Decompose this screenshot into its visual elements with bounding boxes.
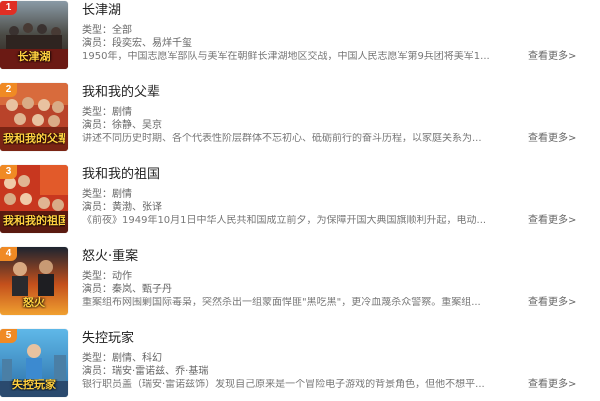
movie-cast: 演员：瑞安·雷诺兹、乔·基瑞 [82,366,209,377]
poster-image[interactable]: 2 我和我的父辈 [0,83,68,151]
movie-type: 类型：剧情、科幻 [82,353,162,364]
view-more-link[interactable]: 查看更多> [528,133,576,145]
list-item-1[interactable]: 1 长津湖 长津湖 类型：全部 演员：段奕宏、易烊千玺 1950年，中国志愿军部… [0,1,600,73]
movie-type: 类型：剧情 [82,189,132,200]
movie-cast: 演员：黄渤、张译 [82,202,162,213]
movie-title[interactable]: 怒火·重案 [82,249,138,265]
movie-title[interactable]: 长津湖 [82,3,121,19]
poster-image[interactable]: 1 长津湖 [0,1,68,69]
rank-badge: 4 [0,247,17,261]
view-more-link[interactable]: 查看更多> [528,297,576,309]
list-item-5[interactable]: 5 失控玩家 失控玩家 类型：剧情、科幻 演员：瑞安·雷诺兹、乔·基瑞 银行职员… [0,329,600,401]
poster-title-text: 怒火 [23,297,45,309]
list-item-3[interactable]: 3 我和我的祖国 我和我的祖国 类型：剧情 演员：黄渤、张译 《前夜》1949年… [0,165,600,237]
poster-image[interactable]: 5 失控玩家 [0,329,68,397]
movie-description: 1950年，中国志愿军部队与美军在朝鲜长津湖地区交战，中国人民志愿军第9兵团将美… [82,51,490,62]
rank-badge: 5 [0,329,17,343]
poster-image[interactable]: 3 我和我的祖国 [0,165,68,233]
view-more-link[interactable]: 查看更多> [528,51,576,63]
movie-cast: 演员：徐静、吴京 [82,120,162,131]
movie-title[interactable]: 我和我的祖国 [82,167,160,183]
movie-description: 《前夜》1949年10月1日中华人民共和国成立前夕，为保障开国大典国旗顺利升起，… [82,215,487,226]
poster-title-text: 长津湖 [17,51,51,63]
movie-type: 类型：剧情 [82,107,132,118]
rank-badge: 1 [0,1,17,15]
list-item-4[interactable]: 4 怒火 怒火·重案 类型：动作 演员：秦岚、甄子丹 重案组布网围剿国际毒枭，突… [0,247,600,319]
movie-ranking-list: 1 长津湖 长津湖 类型：全部 演员：段奕宏、易烊千玺 1950年，中国志愿军部… [0,0,600,400]
movie-type: 类型：全部 [82,25,132,36]
rank-badge: 2 [0,83,17,97]
poster-title-text: 我和我的父辈 [3,133,65,145]
movie-description: 讲述不同历史时期、各个代表性阶层群体不忘初心、砥砺前行的奋斗历程，以家庭关系为.… [82,133,482,144]
list-item-2[interactable]: 2 我和我的父辈 我和我的父辈 类型：剧情 演员：徐静、吴京 讲述不同历史时期、… [0,83,600,155]
movie-cast: 演员：秦岚、甄子丹 [82,284,172,295]
movie-type: 类型：动作 [82,271,132,282]
movie-title[interactable]: 我和我的父辈 [82,85,160,101]
poster-title-text: 我和我的祖国 [3,215,65,227]
poster-image[interactable]: 4 怒火 [0,247,68,315]
view-more-link[interactable]: 查看更多> [528,215,576,227]
movie-description: 重案组布网围剿国际毒枭，突然杀出一组蒙面悍匪"黑吃黑"，更冷血蔑杀众警察。重案组… [82,297,481,308]
rank-badge: 3 [0,165,17,179]
movie-cast: 演员：段奕宏、易烊千玺 [82,38,192,49]
poster-title-text: 失控玩家 [12,379,56,391]
view-more-link[interactable]: 查看更多> [528,379,576,391]
movie-description: 银行职员盖（瑞安·雷诺兹饰）发现自己原来是一个冒险电子游戏的背景角色，但他不想平… [82,379,485,390]
movie-title[interactable]: 失控玩家 [82,331,134,347]
